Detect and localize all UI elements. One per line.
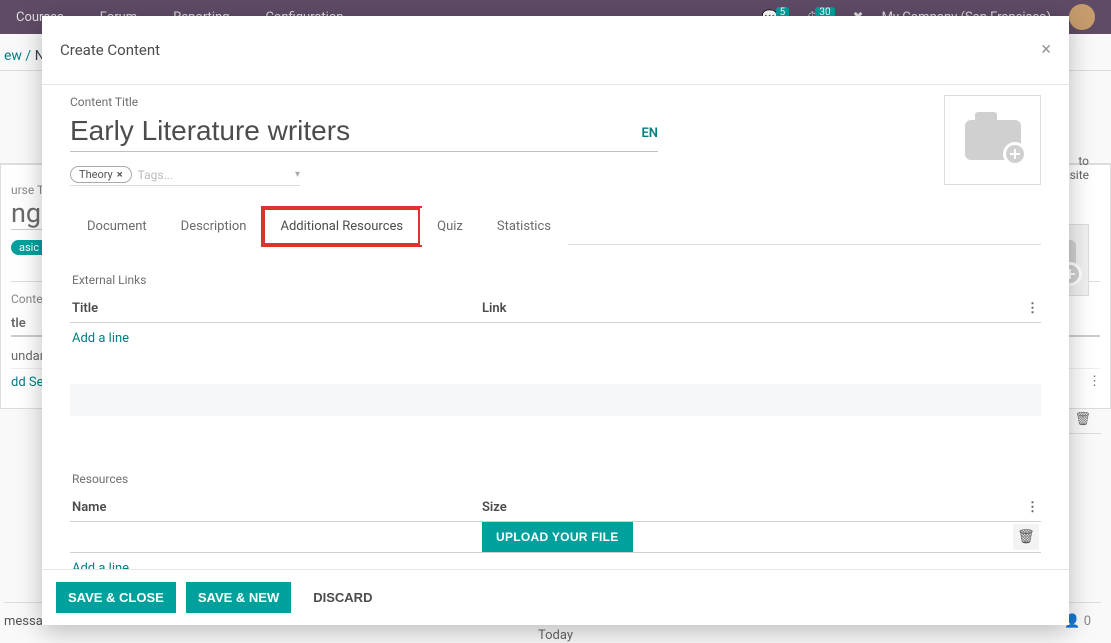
bg-today-marker: Today [538, 628, 573, 643]
tab-statistics[interactable]: Statistics [480, 208, 568, 245]
col-title: Title [72, 301, 482, 316]
col-name: Name [72, 500, 482, 515]
content-title-label: Content Title [70, 95, 1041, 109]
add-external-link[interactable]: Add a line [70, 323, 1041, 354]
tab-description[interactable]: Description [164, 208, 264, 245]
breadcrumb-prev[interactable]: ew / [4, 48, 31, 64]
tab-additional-resources[interactable]: Additional Resources [263, 208, 420, 245]
resources-table: Name Size ⋮ UPLOAD YOUR FILE 🗑 Add a lin… [70, 494, 1041, 569]
modal-title: Create Content [60, 41, 160, 59]
resources-label: Resources [72, 472, 1041, 486]
create-content-modal: Create Content × Content Title EN Theory… [42, 16, 1069, 625]
kebab-icon[interactable]: ⋮ [1026, 301, 1039, 316]
avatar[interactable] [1069, 4, 1095, 30]
save-and-close-button[interactable]: SAVE & CLOSE [56, 582, 176, 613]
chevron-down-icon[interactable]: ▾ [295, 169, 300, 180]
remove-tag-icon[interactable]: × [117, 168, 123, 181]
external-links-table: Title Link ⋮ Add a line [70, 295, 1041, 354]
content-title-input[interactable] [70, 111, 623, 151]
table-spacer [70, 384, 1041, 416]
tab-quiz[interactable]: Quiz [420, 208, 480, 245]
save-and-new-button[interactable]: SAVE & NEW [186, 582, 291, 613]
trash-icon[interactable]: 🗑 [1013, 524, 1039, 550]
tags-field[interactable]: Theory× Tags... ▾ [70, 166, 300, 186]
kebab-icon[interactable]: ⋮ [1088, 375, 1101, 388]
language-toggle[interactable]: EN [641, 126, 658, 151]
tab-document[interactable]: Document [70, 208, 164, 245]
external-links-label: External Links [72, 273, 1041, 287]
close-icon[interactable]: × [1041, 41, 1051, 59]
trash-icon[interactable]: 🗑 [1074, 412, 1091, 427]
add-resource-line[interactable]: Add a line [70, 553, 1041, 569]
kebab-icon[interactable]: ⋮ [1026, 500, 1039, 515]
discard-button[interactable]: DISCARD [301, 582, 384, 613]
tags-placeholder: Tags... [138, 168, 289, 182]
col-size: Size [482, 500, 1015, 515]
bg-send-message[interactable]: messa [4, 614, 43, 629]
col-link: Link [482, 301, 1015, 316]
upload-file-button[interactable]: UPLOAD YOUR FILE [482, 522, 633, 552]
cover-image-placeholder[interactable] [944, 95, 1041, 185]
camera-icon [965, 120, 1021, 160]
tag-theory[interactable]: Theory× [70, 166, 132, 183]
